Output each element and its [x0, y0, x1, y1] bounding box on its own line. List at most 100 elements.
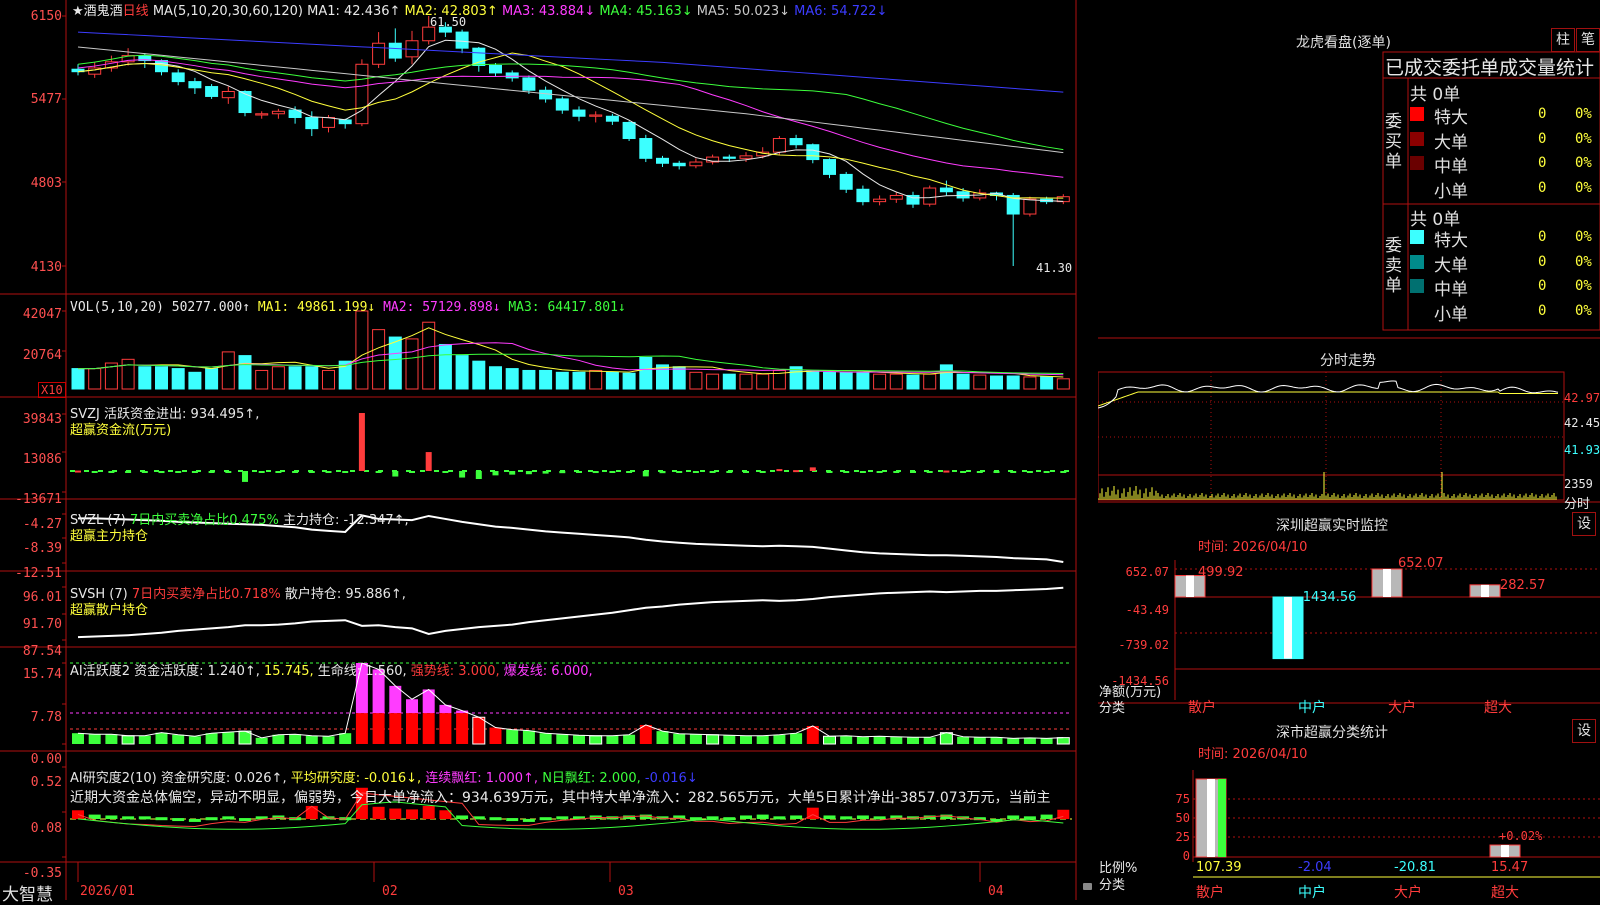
vol-ma-value: MA3: 64417.801↓: [508, 300, 626, 315]
ai2-bar: [222, 816, 235, 820]
candle-body: [789, 138, 803, 146]
sc-settings-button[interactable]: 设: [1572, 719, 1596, 743]
period-label[interactable]: 日线: [123, 4, 149, 19]
volume-bar: [706, 373, 720, 390]
svzj-bar: [576, 471, 582, 473]
candle-body: [422, 26, 436, 42]
ai1-bar: [522, 730, 535, 744]
buy-row-name: 中单: [1434, 157, 1468, 177]
ai2-bar: [522, 818, 535, 822]
svzj-bar: [91, 471, 98, 473]
buy-row-percent: 0%: [1575, 155, 1592, 171]
buy-row-name: 小单: [1434, 181, 1468, 202]
sc-bar-highlight: [1501, 845, 1509, 857]
svzj-bar: [375, 471, 382, 473]
sc-value-label: -20.81: [1394, 860, 1436, 875]
volume-bar: [839, 371, 853, 390]
ma-value: MA5: 50.023↓: [696, 4, 795, 19]
svzj-bar: [776, 469, 783, 472]
column-view-button[interactable]: 柱: [1551, 28, 1575, 52]
svzj-bar: [709, 471, 716, 473]
svzj-bar: [225, 471, 232, 473]
volume-bar: [889, 373, 903, 390]
ai1-header: AI活跃度2 资金活跃度: 1.240↑, 15.745, 生命线: 1.560…: [70, 660, 593, 679]
svzj-bar: [843, 471, 850, 473]
volume-bar: [288, 366, 302, 390]
candle-body: [372, 42, 386, 65]
ai2-bar: [1040, 814, 1053, 819]
sell-row-value: 0: [1538, 278, 1547, 294]
price-axis-label: 6150: [30, 9, 62, 24]
ai1-bar: [172, 734, 185, 744]
main-chart-area[interactable]: ★酒鬼酒日线 MA(5,10,20,30,60,120) MA1: 42.436…: [0, 0, 1098, 905]
right-panel: 龙虎看盘(逐单) 柱 笔 已成交委托单成交量统计 委 买 单 委 卖 单 共 0…: [1098, 0, 1600, 901]
sz-settings-button[interactable]: 设: [1572, 512, 1596, 536]
candle-body: [238, 90, 252, 114]
ai2-value: 平均研究度: -0.016↓,: [290, 771, 426, 786]
brand-label: 大智慧: [2, 885, 53, 905]
volume-bar: [622, 372, 636, 390]
sc-axis-label: 75: [1175, 792, 1190, 806]
ai1-bar: [188, 736, 201, 744]
sell-row-name: 大单: [1434, 255, 1468, 276]
main-chart-svg[interactable]: [0, 0, 1098, 900]
svzj-bar: [258, 471, 265, 473]
ai1-bar: [673, 733, 686, 744]
vol-unit-badge: X10: [38, 382, 66, 398]
volume-bar: [856, 371, 870, 390]
volume-bar: [355, 310, 369, 390]
svzj-bar: [108, 471, 115, 473]
volume-bar: [255, 369, 269, 390]
volume-bar: [405, 338, 419, 390]
volume-bar: [1056, 378, 1070, 390]
ai2-bar: [188, 818, 201, 822]
svzj-bar: [943, 470, 950, 473]
high-price-label: 61.50: [430, 15, 467, 29]
ai2-title: AI研究度2(10): [70, 771, 157, 786]
sz-bar-highlight: [1284, 597, 1292, 659]
svzj-axis-label: 13086: [22, 452, 62, 467]
ai2-bar: [205, 817, 218, 821]
ai1-bar: [138, 735, 151, 744]
sz-axis-label: -739.02: [1118, 638, 1169, 652]
volume-bar: [522, 369, 536, 390]
ai1-bar: [923, 737, 936, 744]
volume-bar: [171, 368, 185, 390]
svsh-ratio: 7日内买卖净占比0.718%: [131, 587, 281, 602]
volume-bar: [906, 374, 920, 390]
ai1-bar: [1007, 738, 1020, 744]
ai1-bar-top: [406, 699, 418, 714]
sc-value-label: 15.47: [1491, 860, 1529, 875]
ma-value: MA1: 42.436↑: [307, 4, 405, 19]
ai2-value: N日飘红: 2.000,: [542, 771, 645, 786]
svzj-subtitle: 超赢资金流(万元): [70, 423, 172, 438]
sell-row-value: 0: [1538, 229, 1547, 245]
candle-body: [639, 138, 653, 159]
svzj-bar: [75, 470, 81, 473]
volume-bar: [722, 373, 736, 390]
tick-view-button[interactable]: 笔: [1576, 28, 1600, 52]
sz-axis-label: 652.07: [1125, 565, 1169, 579]
svzj-bar: [759, 471, 766, 473]
ai1-bar-base: [406, 713, 418, 744]
ai1-bar: [957, 736, 970, 744]
sc-category: 大户: [1394, 885, 1422, 901]
ai2-bar: [706, 816, 719, 820]
ai2-bar: [305, 805, 318, 819]
sell-row-swatch: [1410, 230, 1424, 244]
ai1-bar: [623, 734, 636, 744]
ai1-axis-label: 15.74: [22, 667, 62, 682]
sc-bar-green: [1218, 779, 1226, 857]
lock-icon[interactable]: [1083, 883, 1092, 890]
svzj-bar: [826, 471, 833, 473]
ai2-bar: [873, 816, 886, 820]
ai1-bar-base: [389, 713, 402, 744]
ai1-bar: [589, 735, 603, 745]
volume-bar: [372, 329, 386, 390]
ai1-bar: [706, 734, 720, 745]
ai2-bar: [840, 816, 853, 820]
svzl-label: 主力持仓: -12.347↑,: [282, 513, 409, 528]
ai2-bar: [239, 818, 251, 822]
volume-bar: [939, 364, 953, 390]
ai1-value: 生命线: 1.560,: [317, 664, 411, 679]
